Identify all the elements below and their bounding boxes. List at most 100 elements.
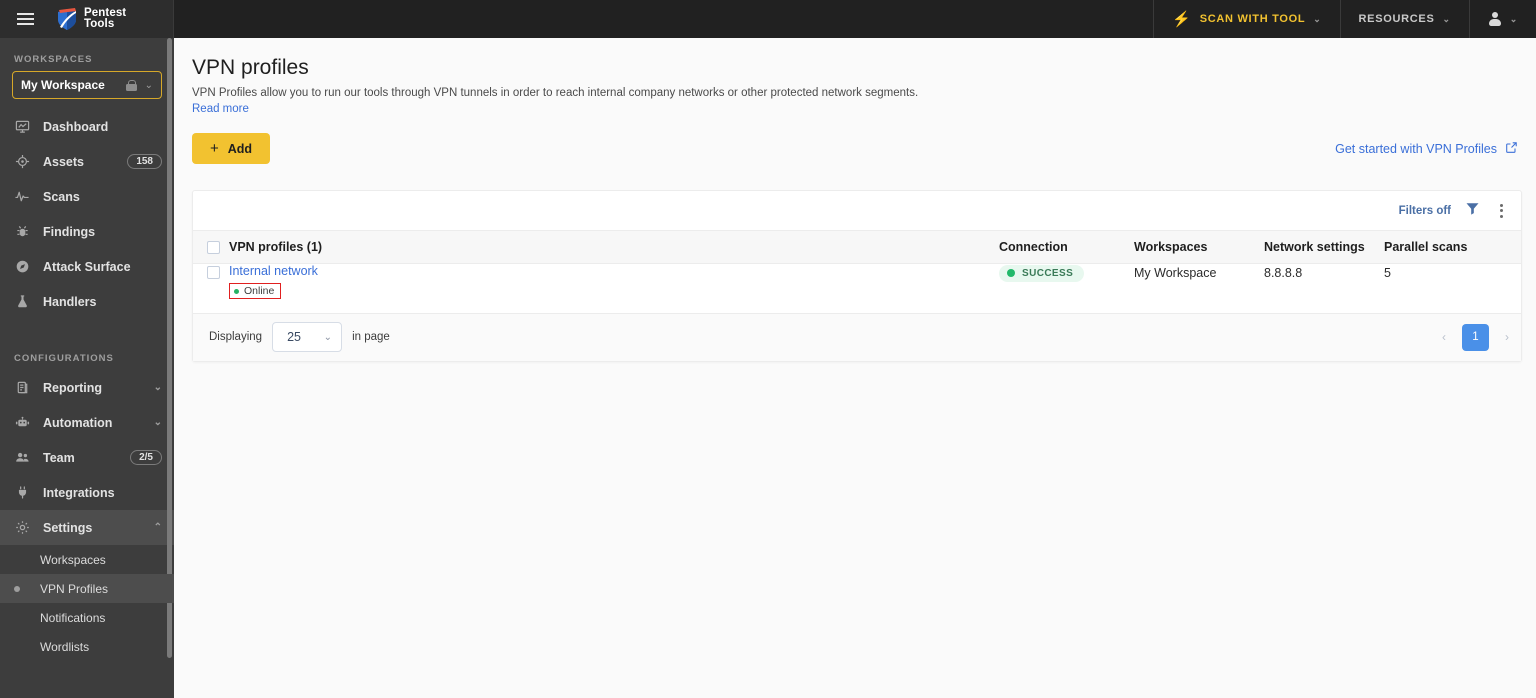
table-toolbar: Filters off: [193, 191, 1521, 230]
add-button[interactable]: + Add: [192, 133, 271, 164]
read-more-link[interactable]: Read more: [174, 102, 249, 115]
row-checkbox[interactable]: [207, 266, 220, 280]
sidebar-item-settings[interactable]: Settings ⌃: [0, 510, 174, 545]
connection-status-label: SUCCESS: [1022, 267, 1074, 279]
header-connection: Connection: [999, 230, 1134, 264]
sidebar-label: Findings: [43, 224, 96, 239]
parallel-scans-value: 5: [1384, 266, 1391, 280]
sidebar-item-scans[interactable]: Scans: [0, 179, 174, 214]
dashboard-icon: [14, 119, 30, 135]
sidebar-item-reporting[interactable]: Reporting ⌄: [0, 370, 174, 405]
sidebar-label: Reporting: [43, 380, 103, 395]
sidebar-sub-label: Workspaces: [40, 552, 106, 567]
row-workspace-cell: My Workspace: [1134, 264, 1264, 313]
flask-icon: [14, 294, 30, 310]
chevron-down-icon: ⌄: [144, 79, 153, 91]
bug-icon: [14, 224, 30, 240]
sidebar-label: Integrations: [43, 485, 115, 500]
plug-icon: [14, 485, 30, 501]
page-number-1[interactable]: 1: [1462, 323, 1489, 351]
pentest-tools-logo[interactable]: Pentest Tools: [56, 7, 126, 32]
more-options-icon[interactable]: [1494, 200, 1509, 222]
add-button-label: Add: [227, 141, 253, 156]
top-bar: Pentest Tools ⚡ SCAN WITH TOOL ⌄ RESOURC…: [0, 0, 1536, 38]
table-header-row: VPN profiles (1) Connection Workspaces N…: [193, 230, 1521, 264]
team-count-badge: 2/5: [130, 450, 162, 465]
workspace-value: My Workspace: [1134, 266, 1217, 280]
resources-menu[interactable]: RESOURCES ⌄: [1339, 0, 1469, 38]
page-title: VPN profiles: [192, 56, 309, 79]
get-started-link[interactable]: Get started with VPN Profiles: [1335, 141, 1518, 157]
sidebar-item-assets[interactable]: Assets 158: [0, 144, 174, 179]
avatar-icon: [1488, 12, 1502, 26]
sidebar-item-findings[interactable]: Findings: [0, 214, 174, 249]
displaying-label: Displaying: [209, 331, 263, 343]
sidebar-item-dashboard[interactable]: Dashboard: [0, 109, 174, 144]
sidebar-label: Automation: [43, 415, 113, 430]
workspace-name: My Workspace: [21, 78, 105, 92]
chevron-down-icon: ⌄: [1509, 13, 1518, 24]
target-icon: [14, 154, 30, 170]
pulse-icon: [14, 189, 30, 205]
logo-line-2: Tools: [84, 18, 115, 30]
logo-wordmark: Pentest Tools: [84, 7, 126, 30]
sidebar-item-integrations[interactable]: Integrations: [0, 475, 174, 510]
select-all-header: [193, 230, 229, 264]
user-account-menu[interactable]: ⌄: [1468, 0, 1536, 38]
filter-funnel-icon[interactable]: [1465, 201, 1480, 221]
select-all-checkbox[interactable]: [207, 241, 220, 255]
sidebar-item-vpn-profiles[interactable]: VPN Profiles: [0, 574, 174, 603]
clipboard-icon: [14, 380, 30, 396]
topbar-brand-area: Pentest Tools: [0, 0, 174, 38]
vpn-profiles-table: VPN profiles (1) Connection Workspaces N…: [193, 230, 1521, 313]
people-icon: [14, 450, 30, 466]
chevron-up-icon: ⌃: [153, 522, 162, 533]
sidebar-item-notifications[interactable]: Notifications: [0, 603, 174, 632]
sidebar-item-handlers[interactable]: Handlers: [0, 284, 174, 319]
sidebar-item-team[interactable]: Team 2/5: [0, 440, 174, 475]
sidebar-sub-label: Notifications: [40, 610, 106, 625]
robot-icon: [14, 415, 30, 431]
sidebar-label: Team: [43, 450, 75, 465]
row-select-cell: [193, 264, 229, 313]
header-name: VPN profiles (1): [229, 230, 999, 264]
sidebar-label: Dashboard: [43, 119, 109, 134]
chevron-down-icon: ⌄: [1313, 13, 1322, 24]
status-dot-icon: [234, 288, 239, 294]
vpn-profiles-card: Filters off VPN profiles (1) Connection …: [192, 190, 1522, 362]
filters-off-label[interactable]: Filters off: [1399, 205, 1451, 217]
sidebar: WORKSPACES My Workspace ⌄ Dashboard Asse…: [0, 38, 174, 698]
row-parallel-cell: 5: [1384, 264, 1521, 313]
plus-icon: +: [210, 140, 219, 157]
sidebar-item-automation[interactable]: Automation ⌄: [0, 405, 174, 440]
page-size-select[interactable]: 25 ⌄: [272, 322, 343, 352]
network-settings-value: 8.8.8.8: [1264, 266, 1303, 280]
sidebar-item-wordlists[interactable]: Wordlists: [0, 632, 174, 661]
sidebar-sub-label: Wordlists: [40, 639, 90, 654]
page-description: VPN Profiles allow you to run our tools …: [192, 87, 919, 99]
sidebar-label: Settings: [43, 520, 93, 535]
hamburger-menu-icon[interactable]: [6, 13, 44, 25]
header-workspaces: Workspaces: [1134, 230, 1264, 264]
sidebar-item-attack-surface[interactable]: Attack Surface: [0, 249, 174, 284]
scan-with-tool-label: SCAN WITH TOOL: [1199, 13, 1306, 25]
header-network-settings: Network settings: [1264, 230, 1384, 264]
prev-page-button[interactable]: ‹: [1442, 330, 1446, 344]
page-size-value: 25: [287, 330, 301, 344]
status-badge: Online: [229, 283, 282, 299]
chevron-down-icon: ⌄: [153, 382, 162, 393]
table-row[interactable]: Internal network Online SUCCESS My Works…: [193, 264, 1521, 313]
action-row: + Add Get started with VPN Profiles: [174, 117, 1536, 164]
row-network-cell: 8.8.8.8: [1264, 264, 1384, 313]
sidebar-label: Handlers: [43, 294, 97, 309]
compass-icon: [14, 259, 30, 275]
next-page-button[interactable]: ›: [1505, 330, 1509, 344]
workspace-selector[interactable]: My Workspace ⌄: [12, 71, 162, 99]
workspaces-section-label: WORKSPACES: [14, 54, 93, 65]
chevron-down-icon: ⌄: [1442, 13, 1451, 24]
sidebar-item-workspaces[interactable]: Workspaces: [0, 545, 174, 574]
sidebar-label: Assets: [43, 154, 84, 169]
scan-with-tool-menu[interactable]: ⚡ SCAN WITH TOOL ⌄: [1153, 0, 1339, 38]
vpn-profile-name-link[interactable]: Internal network: [229, 264, 999, 278]
